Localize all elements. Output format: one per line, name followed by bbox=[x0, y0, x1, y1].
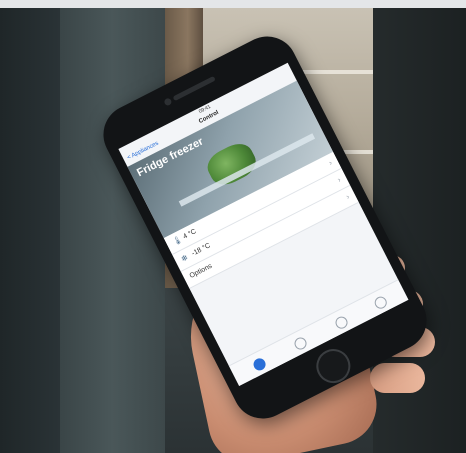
chevron-right-icon: › bbox=[335, 175, 343, 185]
earpiece-speaker bbox=[172, 75, 216, 102]
photo-scene: 09:41 < Appliances Control Fridge freeze… bbox=[0, 0, 466, 453]
settings-tab[interactable] bbox=[333, 314, 350, 331]
dark-wall bbox=[0, 8, 60, 453]
home-tab[interactable] bbox=[251, 356, 268, 373]
snowflake-icon: ❄ bbox=[179, 252, 190, 264]
profile-tab[interactable] bbox=[372, 294, 389, 311]
row-label: -18 °C bbox=[190, 242, 212, 258]
chevron-right-icon: › bbox=[327, 158, 334, 168]
appliances-tab[interactable] bbox=[292, 335, 309, 352]
finger bbox=[370, 363, 425, 393]
top-strip bbox=[0, 0, 466, 8]
front-camera bbox=[163, 97, 173, 107]
row-label: 4 °C bbox=[182, 228, 198, 241]
row-label: Options bbox=[188, 262, 214, 280]
chevron-right-icon: › bbox=[344, 191, 351, 202]
